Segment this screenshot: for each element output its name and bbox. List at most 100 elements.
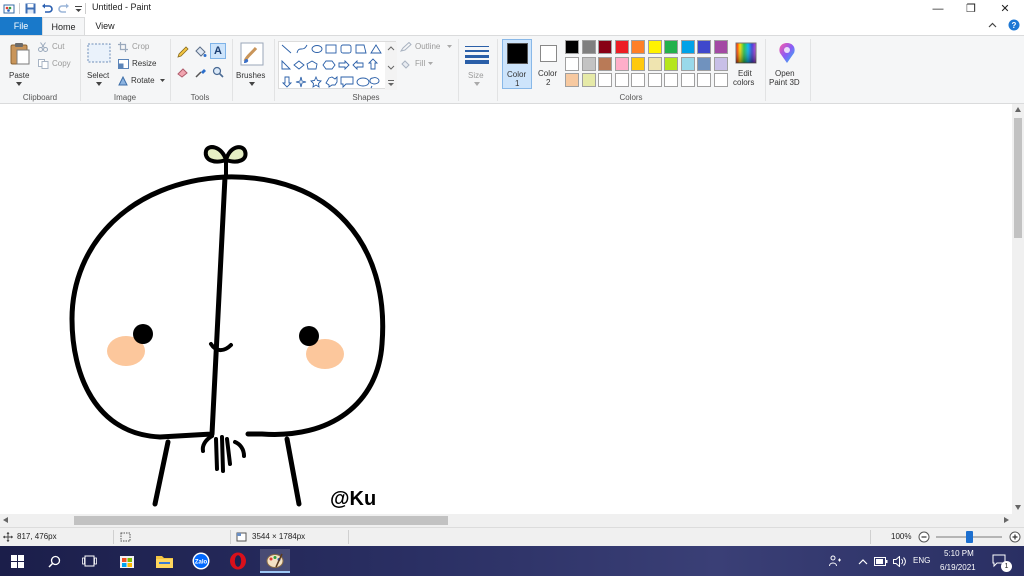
chevron-up-icon[interactable] <box>855 549 871 573</box>
zalo-app-icon[interactable]: Zalo <box>188 549 214 573</box>
resize-button[interactable]: Resize <box>118 58 160 70</box>
palette-swatch[interactable] <box>680 40 695 54</box>
palette-swatch[interactable] <box>680 73 695 87</box>
customize-qat-icon[interactable] <box>74 2 82 16</box>
tab-home[interactable]: Home <box>42 17 85 35</box>
people-icon[interactable] <box>825 549 845 573</box>
brushes-button[interactable]: Brushes <box>235 40 269 88</box>
select-button[interactable]: Select <box>85 40 113 88</box>
palette-swatch[interactable] <box>713 73 728 87</box>
file-explorer-icon[interactable] <box>151 549 177 573</box>
zoom-out-icon[interactable] <box>918 531 930 543</box>
rotate-icon <box>118 76 128 86</box>
tab-view[interactable]: View <box>85 17 125 35</box>
scroll-right-icon[interactable] <box>1004 517 1009 523</box>
cut-button[interactable]: Cut <box>38 41 74 53</box>
palette-swatch[interactable] <box>598 73 612 87</box>
restore-button[interactable]: ❐ <box>954 0 988 17</box>
open-paint3d-button[interactable]: Open Paint 3D <box>768 39 806 89</box>
edit-colors-button[interactable]: Edit colors <box>732 39 762 89</box>
outline-dropdown[interactable]: Outline <box>400 41 454 53</box>
group-separator <box>458 39 459 101</box>
close-button[interactable]: ✕ <box>988 0 1022 17</box>
rotate-button[interactable]: Rotate <box>118 75 168 87</box>
minimize-button[interactable]: — <box>921 0 955 17</box>
color2-button[interactable]: Color 2 <box>534 39 564 89</box>
scroll-left-icon[interactable] <box>3 517 8 523</box>
notification-center-icon[interactable]: 1 <box>988 549 1012 573</box>
battery-icon[interactable] <box>873 549 889 573</box>
clock-time[interactable]: 5:10 PM <box>944 549 974 558</box>
task-view-icon[interactable] <box>76 549 102 573</box>
eraser-icon[interactable] <box>177 66 189 80</box>
palette-swatch[interactable] <box>713 56 728 71</box>
crop-button[interactable]: Crop <box>118 41 160 53</box>
drawing-canvas[interactable]: @Ku <box>0 104 1012 514</box>
palette-swatch[interactable] <box>614 73 629 87</box>
vertical-scroll-thumb[interactable] <box>1014 118 1022 238</box>
palette-swatch[interactable] <box>631 73 645 87</box>
chevron-down-icon <box>249 82 255 86</box>
clock-date[interactable]: 6/19/2021 <box>940 563 976 572</box>
size-button[interactable]: Size <box>462 40 492 88</box>
palette-swatch[interactable] <box>647 40 662 54</box>
search-icon[interactable] <box>41 549 67 573</box>
palette-swatch[interactable] <box>647 73 662 87</box>
language-indicator[interactable]: ENG <box>913 556 930 565</box>
chevron-down-icon <box>474 82 480 86</box>
horizontal-scroll-thumb[interactable] <box>74 516 448 525</box>
palette-swatch[interactable] <box>664 73 678 87</box>
palette-swatch[interactable] <box>614 40 629 54</box>
opera-browser-icon[interactable] <box>225 549 251 573</box>
palette-swatch[interactable] <box>565 40 579 54</box>
shapes-gallery[interactable] <box>278 41 397 90</box>
fill-bucket-icon[interactable] <box>194 45 207 60</box>
palette-swatch[interactable] <box>631 56 645 71</box>
save-icon[interactable] <box>23 2 37 16</box>
color-picker-icon[interactable] <box>195 66 207 80</box>
palette-swatch[interactable] <box>664 56 678 71</box>
paste-button[interactable]: Paste <box>6 40 34 88</box>
palette-swatch[interactable] <box>614 56 629 71</box>
palette-swatch[interactable] <box>581 73 596 87</box>
palette-swatch[interactable] <box>631 40 645 54</box>
palette-swatch[interactable] <box>647 56 662 71</box>
palette-swatch[interactable] <box>680 56 695 71</box>
palette-swatch[interactable] <box>697 73 711 87</box>
paint-app-icon[interactable] <box>2 2 16 16</box>
fill-dropdown[interactable]: Fill <box>400 58 440 70</box>
tab-file[interactable]: File <box>0 17 42 35</box>
text-tool-icon[interactable]: A <box>210 43 226 59</box>
group-separator <box>765 39 766 101</box>
palette-swatch[interactable] <box>565 56 579 71</box>
scroll-down-icon[interactable] <box>1015 505 1021 510</box>
palette-swatch[interactable] <box>598 56 612 71</box>
scroll-up-icon[interactable] <box>1015 107 1021 112</box>
horizontal-scrollbar[interactable] <box>0 514 1024 527</box>
undo-icon[interactable] <box>40 2 54 16</box>
rotate-label: Rotate <box>131 76 155 85</box>
palette-swatch[interactable] <box>697 56 711 71</box>
paint-taskbar-icon[interactable] <box>260 549 290 573</box>
window-title: Untitled - Paint <box>92 2 152 12</box>
zoom-in-icon[interactable] <box>1009 531 1021 543</box>
palette-swatch[interactable] <box>565 73 579 87</box>
palette-swatch[interactable] <box>664 40 678 54</box>
palette-swatch[interactable] <box>598 40 612 54</box>
vertical-scrollbar[interactable] <box>1012 104 1024 514</box>
store-app-icon[interactable] <box>114 549 140 573</box>
copy-button[interactable]: Copy <box>38 58 74 70</box>
color1-button[interactable]: Color 1 <box>502 39 532 89</box>
palette-swatch[interactable] <box>713 40 728 54</box>
zoom-slider-thumb[interactable] <box>966 531 973 543</box>
volume-icon[interactable] <box>891 549 907 573</box>
palette-swatch[interactable] <box>581 40 596 54</box>
palette-swatch[interactable] <box>581 56 596 71</box>
help-icon[interactable]: ? <box>1008 19 1020 33</box>
redo-icon[interactable] <box>57 2 71 16</box>
windows-start-icon[interactable] <box>4 549 30 573</box>
chevron-up-icon[interactable] <box>988 21 997 32</box>
palette-swatch[interactable] <box>697 40 711 54</box>
magnifier-icon[interactable] <box>212 66 224 80</box>
pencil-icon[interactable] <box>177 46 189 60</box>
